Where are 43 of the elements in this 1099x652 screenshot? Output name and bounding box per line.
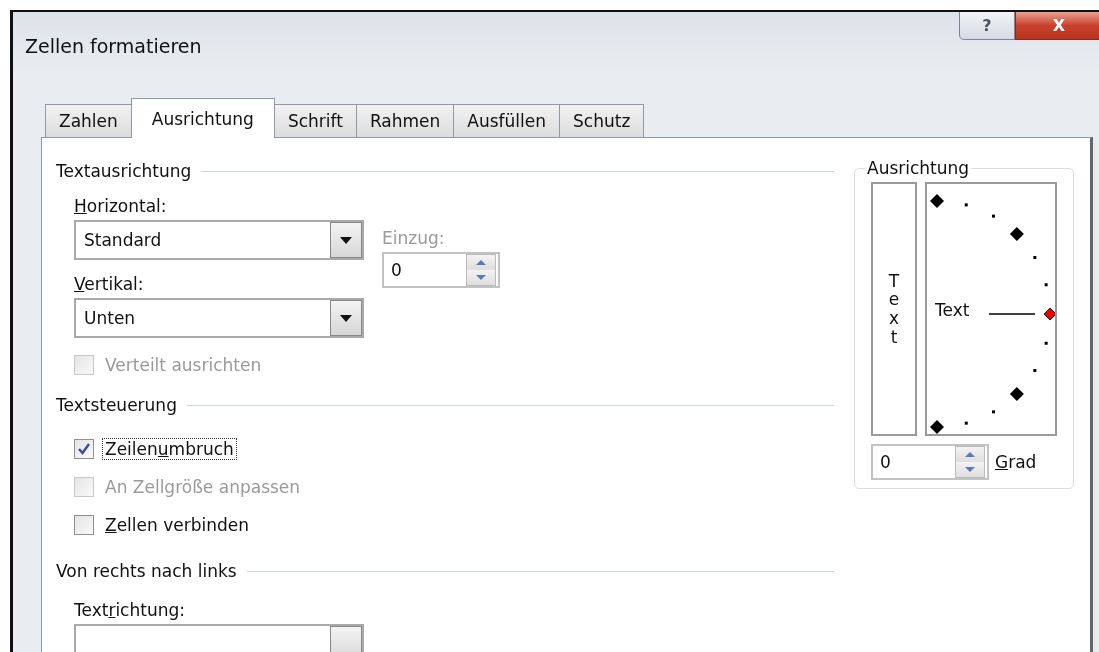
checkbox-label: Verteilt ausrichten: [104, 354, 263, 376]
dropdown[interactable]: [74, 624, 364, 652]
spin-up-button[interactable]: [956, 447, 984, 462]
checkbox-label: Zeilenumbruch: [102, 438, 237, 460]
vertical-text-button[interactable]: Text: [871, 182, 917, 436]
dropdown-button[interactable]: [330, 300, 362, 336]
dial-text: Text: [935, 300, 970, 320]
caret-icon: [340, 314, 352, 322]
spin-up-button[interactable]: [467, 255, 495, 270]
caret-icon: [340, 236, 352, 244]
help-button[interactable]: ?: [959, 12, 1015, 40]
checkmark-icon: [77, 442, 91, 456]
down-arrow-icon: [476, 275, 486, 280]
tab[interactable]: Schrift: [273, 104, 357, 138]
close-button[interactable]: X: [1015, 12, 1099, 40]
group-title: Ausrichtung: [866, 158, 971, 178]
down-arrow-icon: [965, 467, 975, 472]
spin-down-button[interactable]: [956, 462, 984, 477]
up-arrow-icon: [965, 452, 975, 457]
tab[interactable]: Zahlen: [45, 104, 132, 138]
window-title: Zellen formatieren: [25, 35, 202, 57]
checkbox-label: Zellen verbinden: [104, 514, 251, 536]
field-label: Vertikal:: [74, 274, 144, 294]
dropdown-button[interactable]: [330, 222, 362, 258]
spin-down-button[interactable]: [467, 270, 495, 285]
checkbox[interactable]: [74, 439, 94, 459]
field-label: Textrichtung:: [74, 600, 185, 620]
tab[interactable]: Ausfüllen: [453, 104, 561, 138]
tab[interactable]: Rahmen: [355, 104, 455, 138]
tab[interactable]: Schutz: [559, 104, 645, 138]
degrees-spinner[interactable]: 0: [871, 444, 989, 480]
checkbox-label: An Zellgröße anpassen: [104, 476, 302, 498]
group-title: Textsteuerung: [56, 395, 177, 415]
up-arrow-icon: [476, 260, 486, 265]
checkbox[interactable]: [74, 515, 94, 535]
dropdown[interactable]: Standard: [74, 220, 364, 260]
tab[interactable]: Ausrichtung: [130, 98, 275, 138]
field-label: Horizontal:: [74, 196, 167, 216]
group-title: Von rechts nach links: [56, 561, 237, 581]
field-label: Einzug:: [382, 228, 446, 248]
dropdown[interactable]: Unten: [74, 298, 364, 338]
group-title: Textausrichtung: [56, 161, 192, 181]
field-label: Grad: [995, 452, 1037, 472]
